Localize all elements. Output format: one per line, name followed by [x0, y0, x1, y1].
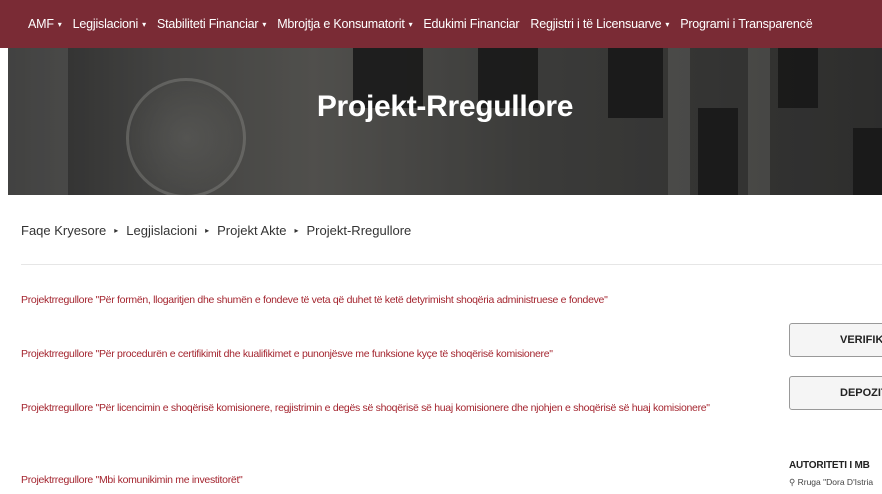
organization-address: ⚲ Rruga "Dora D'Istria [789, 477, 873, 488]
breadcrumb-separator-icon: ▸ [294, 226, 299, 235]
breadcrumb-legjislacioni[interactable]: Legjislacioni [126, 223, 197, 238]
chevron-down-icon: ▾ [57, 19, 62, 29]
document-link[interactable]: Projektrregullore "Për licencimin e shoq… [21, 399, 731, 417]
nav-item-label: Stabiliteti Financiar [156, 17, 259, 31]
breadcrumb-separator-icon: ▸ [114, 226, 119, 235]
nav-item-stabiliteti-financiar[interactable]: Stabiliteti Financiar ▾ [157, 17, 266, 31]
document-link[interactable]: Projektrregullore "Për formën, llogaritj… [21, 291, 731, 309]
verify-button-label: VERIFIKO [840, 334, 882, 346]
breadcrumb-home[interactable]: Faqe Kryesore [21, 223, 106, 238]
location-pin-icon: ⚲ [789, 477, 796, 487]
nav-item-amf[interactable]: AMF ▾ [28, 17, 62, 31]
nav-item-programi-i-transparences[interactable]: Programi i Transparencë [680, 17, 812, 31]
document-link[interactable]: Projektrregullore "Mbi komunikimin me in… [21, 471, 731, 489]
breadcrumb-current: Projekt-Rregullore [306, 223, 412, 238]
nav-item-label: AMF [28, 17, 54, 31]
chevron-down-icon: ▾ [142, 19, 146, 29]
organization-title: AUTORITETI I MB [789, 460, 870, 471]
document-link[interactable]: Projektrregullore "Për procedurën e cert… [21, 345, 731, 363]
nav-item-label: Legjislacioni [72, 17, 139, 31]
nav-item-label: Mbrojtja e Konsumatorit [277, 17, 405, 31]
deposit-button[interactable]: DEPOZITO [789, 376, 882, 410]
breadcrumb: Faqe Kryesore ▸ Legjislacioni ▸ Projekt … [21, 223, 411, 238]
top-navigation: AMF ▾ Legjislacioni ▾ Stabiliteti Financia… [0, 0, 882, 48]
nav-item-legjislacioni[interactable]: Legjislacioni ▾ [72, 17, 147, 31]
hero-banner: Projekt-Rregullore [8, 48, 882, 195]
nav-item-edukimi-financiar[interactable]: Edukimi Financiar [423, 17, 519, 31]
content-divider [21, 264, 882, 265]
nav-item-label: Edukimi Financiar [423, 17, 520, 31]
nav-item-mbrojtja-e-konsumatorit[interactable]: Mbrojtja e Konsumatorit ▾ [277, 17, 412, 31]
breadcrumb-separator-icon: ▸ [205, 226, 210, 235]
chevron-down-icon: ▾ [262, 19, 267, 29]
chevron-down-icon: ▾ [408, 19, 413, 29]
nav-item-label: Programi i Transparencë [680, 17, 813, 31]
nav-item-label: Regjistri i të Licensuarve [530, 17, 662, 31]
page-title: Projekt-Rregullore [316, 90, 574, 123]
verify-button[interactable]: VERIFIKO [789, 323, 882, 357]
deposit-button-label: DEPOZITO [840, 387, 882, 399]
address-text: Rruga "Dora D'Istria [797, 477, 874, 487]
nav-item-regjistri[interactable]: Regjistri i të Licensuarve ▾ [530, 17, 669, 31]
breadcrumb-projekt-akte[interactable]: Projekt Akte [217, 223, 286, 238]
chevron-down-icon: ▾ [665, 19, 670, 29]
